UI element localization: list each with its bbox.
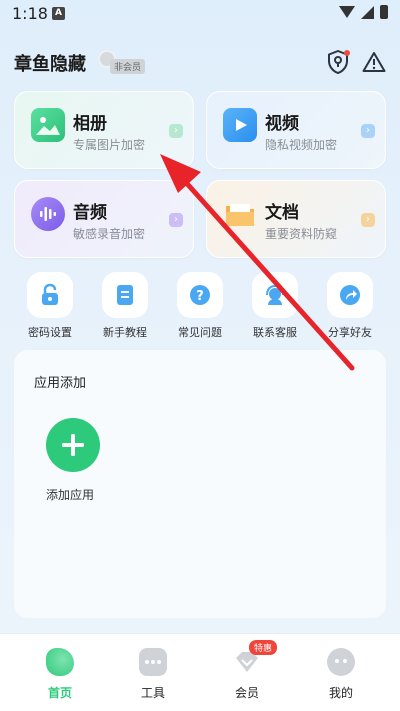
plus-icon (62, 434, 84, 456)
category-title: 文档 (265, 203, 299, 223)
wifi-icon (339, 6, 355, 18)
status-bar: 1:18 A (0, 0, 400, 28)
app-title: 章鱼隐藏 (14, 54, 86, 75)
tool-faq[interactable]: ? 常见问题 (168, 272, 232, 342)
alert-button[interactable] (356, 44, 392, 80)
tools-icon (139, 648, 167, 676)
signal-icon (361, 5, 374, 19)
tool-label: 分享好友 (328, 326, 372, 339)
security-button[interactable] (320, 44, 356, 80)
home-icon (46, 648, 74, 676)
category-subtitle: 专属图片加密 (73, 138, 146, 152)
tool-customer-service[interactable]: 联系客服 (243, 272, 307, 342)
category-card-videos[interactable]: 视频 隐私视频加密 › (206, 91, 386, 169)
status-time: 1:18 (12, 4, 48, 23)
member-tag: 非会员 (110, 59, 146, 74)
chevron-right-icon: › (169, 124, 183, 138)
audio-wave-icon (31, 197, 65, 231)
share-icon (327, 272, 373, 318)
nav-label: 我的 (328, 686, 353, 700)
add-app-label: 添加应用 (46, 488, 95, 502)
nav-profile[interactable]: 我的 (311, 648, 371, 701)
notification-icon: A (52, 7, 65, 20)
app-add-panel: 应用添加 添加应用 (14, 350, 386, 618)
category-title: 视频 (265, 114, 299, 134)
photo-album-icon (31, 108, 65, 142)
category-card-audio[interactable]: 音频 敏感录音加密 › (14, 180, 194, 258)
bottom-nav: 首页 工具 特惠 会员 我的 (0, 633, 400, 711)
status-indicators (339, 5, 388, 19)
tool-tutorial[interactable]: 新手教程 (93, 272, 157, 342)
tool-label: 常见问题 (178, 326, 222, 339)
tool-label: 密码设置 (28, 326, 72, 339)
chevron-right-icon: › (169, 213, 183, 227)
category-subtitle: 隐私视频加密 (265, 138, 338, 152)
tool-label: 联系客服 (253, 326, 297, 339)
question-icon: ? (177, 272, 223, 318)
video-icon (223, 108, 257, 142)
nav-home[interactable]: 首页 (30, 648, 90, 701)
lock-icon (27, 272, 73, 318)
tool-password-settings[interactable]: 密码设置 (18, 272, 82, 342)
warning-icon (362, 52, 386, 72)
header: 章鱼隐藏 非会员 (14, 44, 386, 80)
profile-icon (327, 648, 355, 676)
category-card-photos[interactable]: 相册 专属图片加密 › (14, 91, 194, 169)
nav-label: 工具 (140, 686, 165, 700)
folder-icon (223, 197, 257, 231)
category-card-documents[interactable]: 文档 重要资料防窥 › (206, 180, 386, 258)
nav-label: 会员 (234, 686, 259, 700)
category-title: 音频 (73, 203, 107, 223)
battery-icon (380, 5, 388, 19)
chevron-right-icon: › (361, 213, 375, 227)
category-subtitle: 重要资料防窥 (265, 227, 338, 241)
nav-tools[interactable]: 工具 (123, 648, 183, 701)
nav-label: 首页 (47, 686, 72, 700)
svg-text:?: ? (196, 289, 204, 304)
add-app-button[interactable] (46, 418, 100, 472)
headset-icon (252, 272, 298, 318)
category-title: 相册 (73, 114, 107, 134)
tool-label: 新手教程 (103, 326, 147, 339)
member-badge[interactable]: 非会员 (98, 50, 148, 74)
chevron-right-icon: › (361, 124, 375, 138)
nav-vip[interactable]: 特惠 会员 (217, 640, 277, 701)
notification-dot (344, 50, 350, 56)
panel-title: 应用添加 (34, 376, 87, 391)
promo-badge: 特惠 (249, 640, 277, 655)
tool-share[interactable]: 分享好友 (318, 272, 382, 342)
category-subtitle: 敏感录音加密 (73, 227, 146, 241)
document-icon (102, 272, 148, 318)
